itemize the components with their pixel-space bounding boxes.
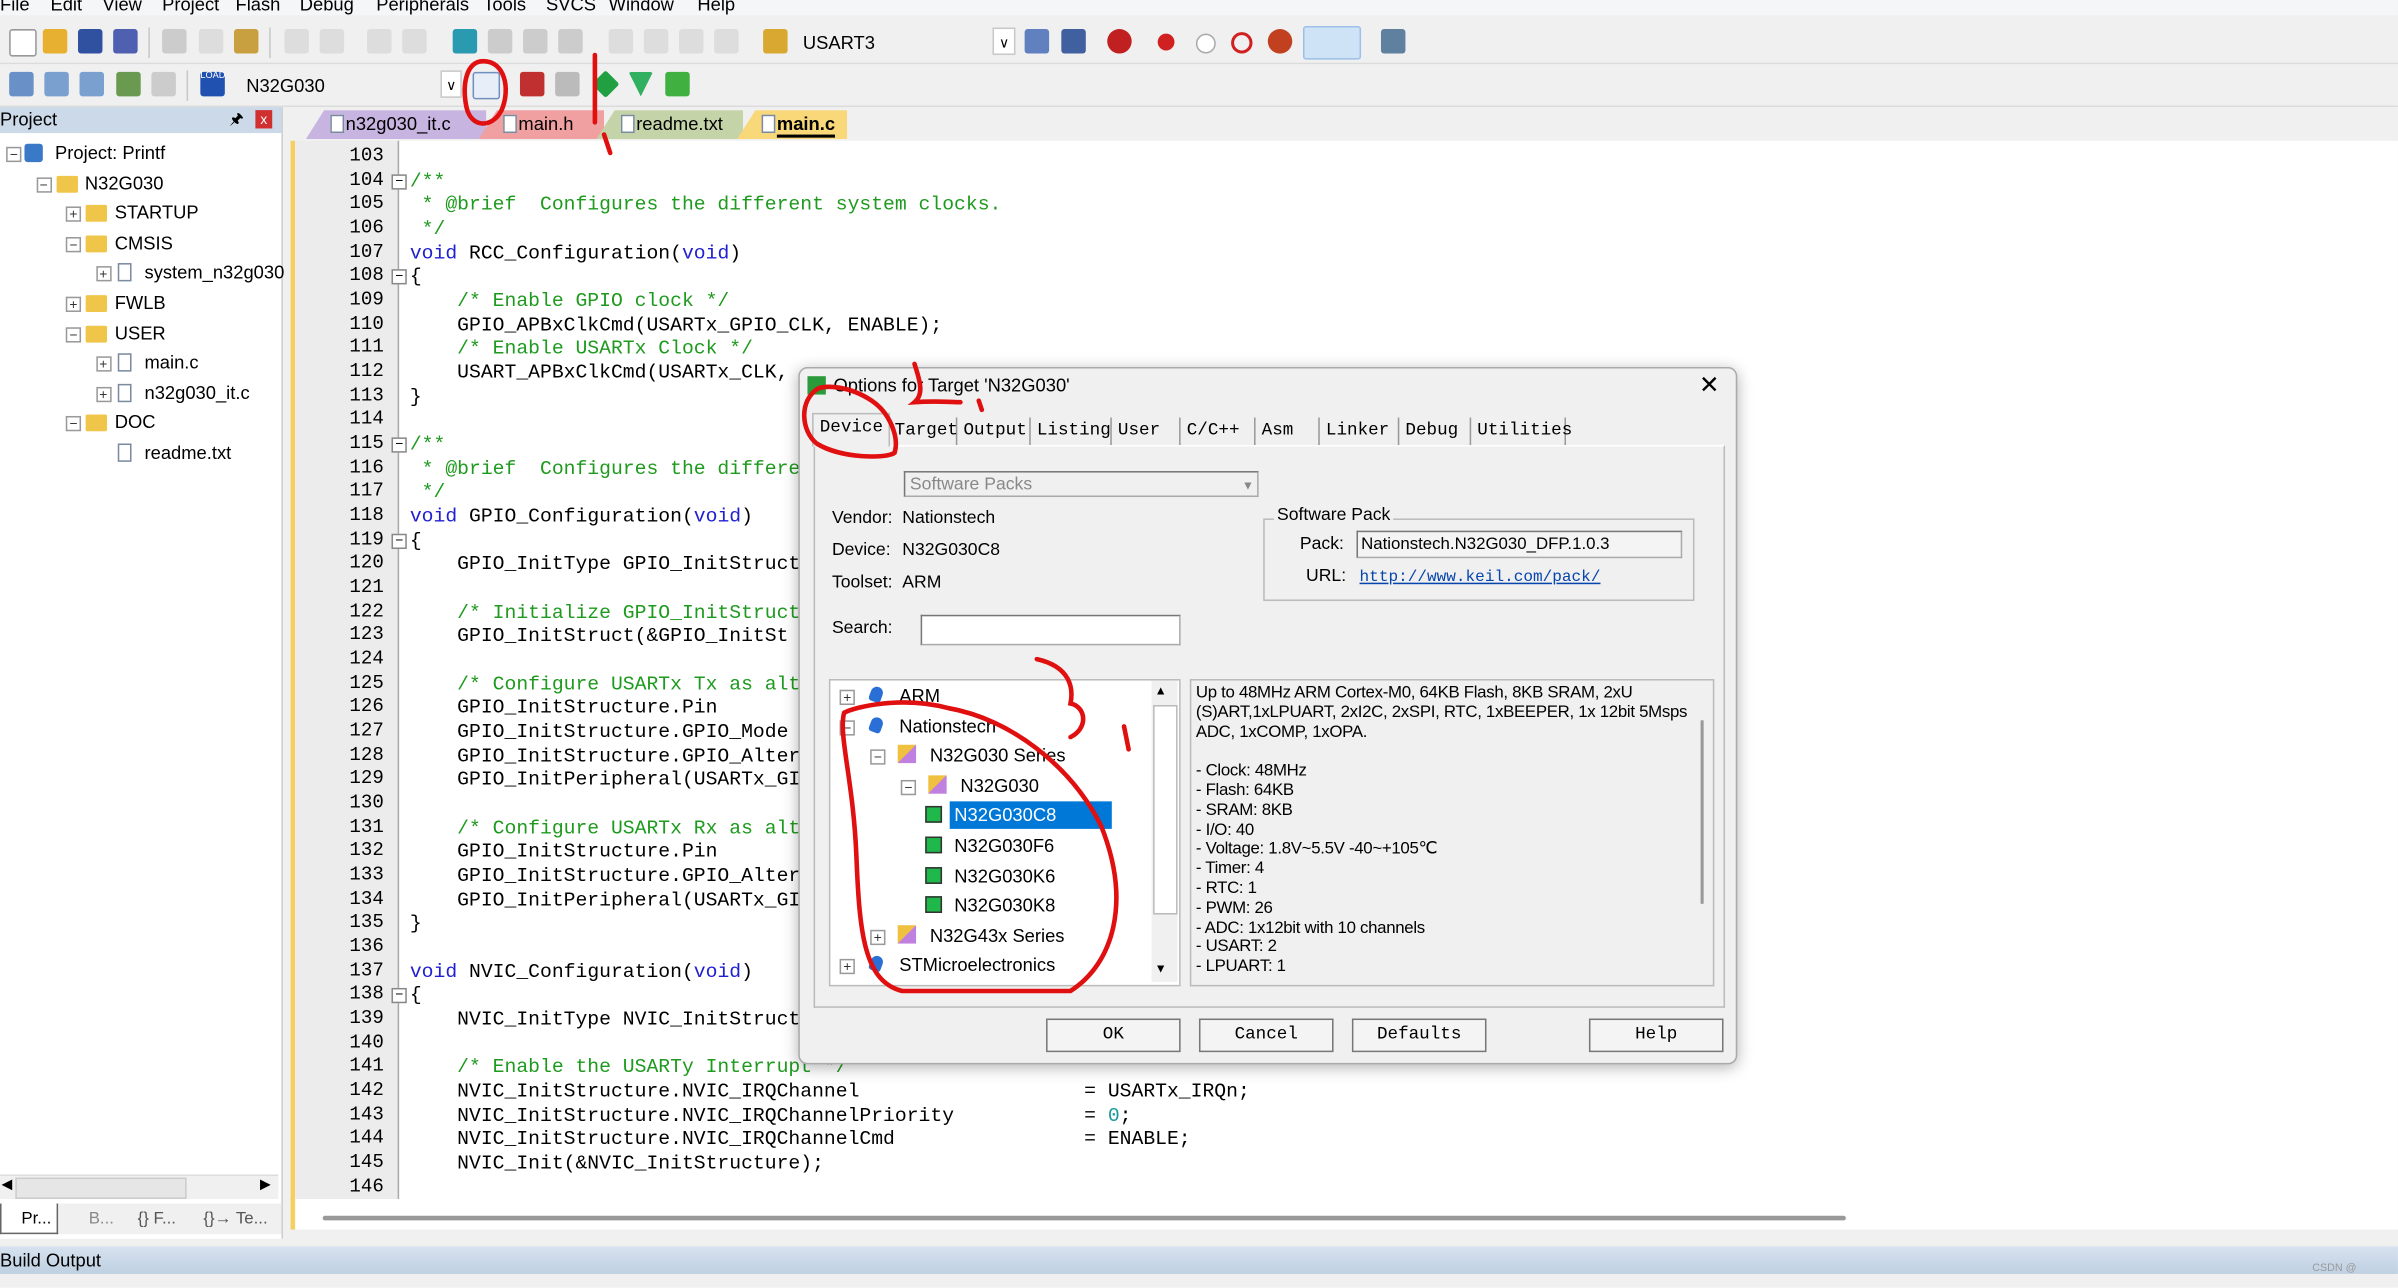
- annotation-circle-options-icon: [462, 58, 508, 126]
- annotation-scribble: [907, 361, 985, 413]
- red-annotations: [462, 52, 1131, 994]
- annotation-line: [592, 52, 613, 156]
- uvision-window: File Edit View Project Flash Debug Peripherals…: [0, 0, 2398, 1288]
- annotation-circle-device-tab: [802, 384, 899, 459]
- annotation-loop-device-tree: [840, 656, 1131, 994]
